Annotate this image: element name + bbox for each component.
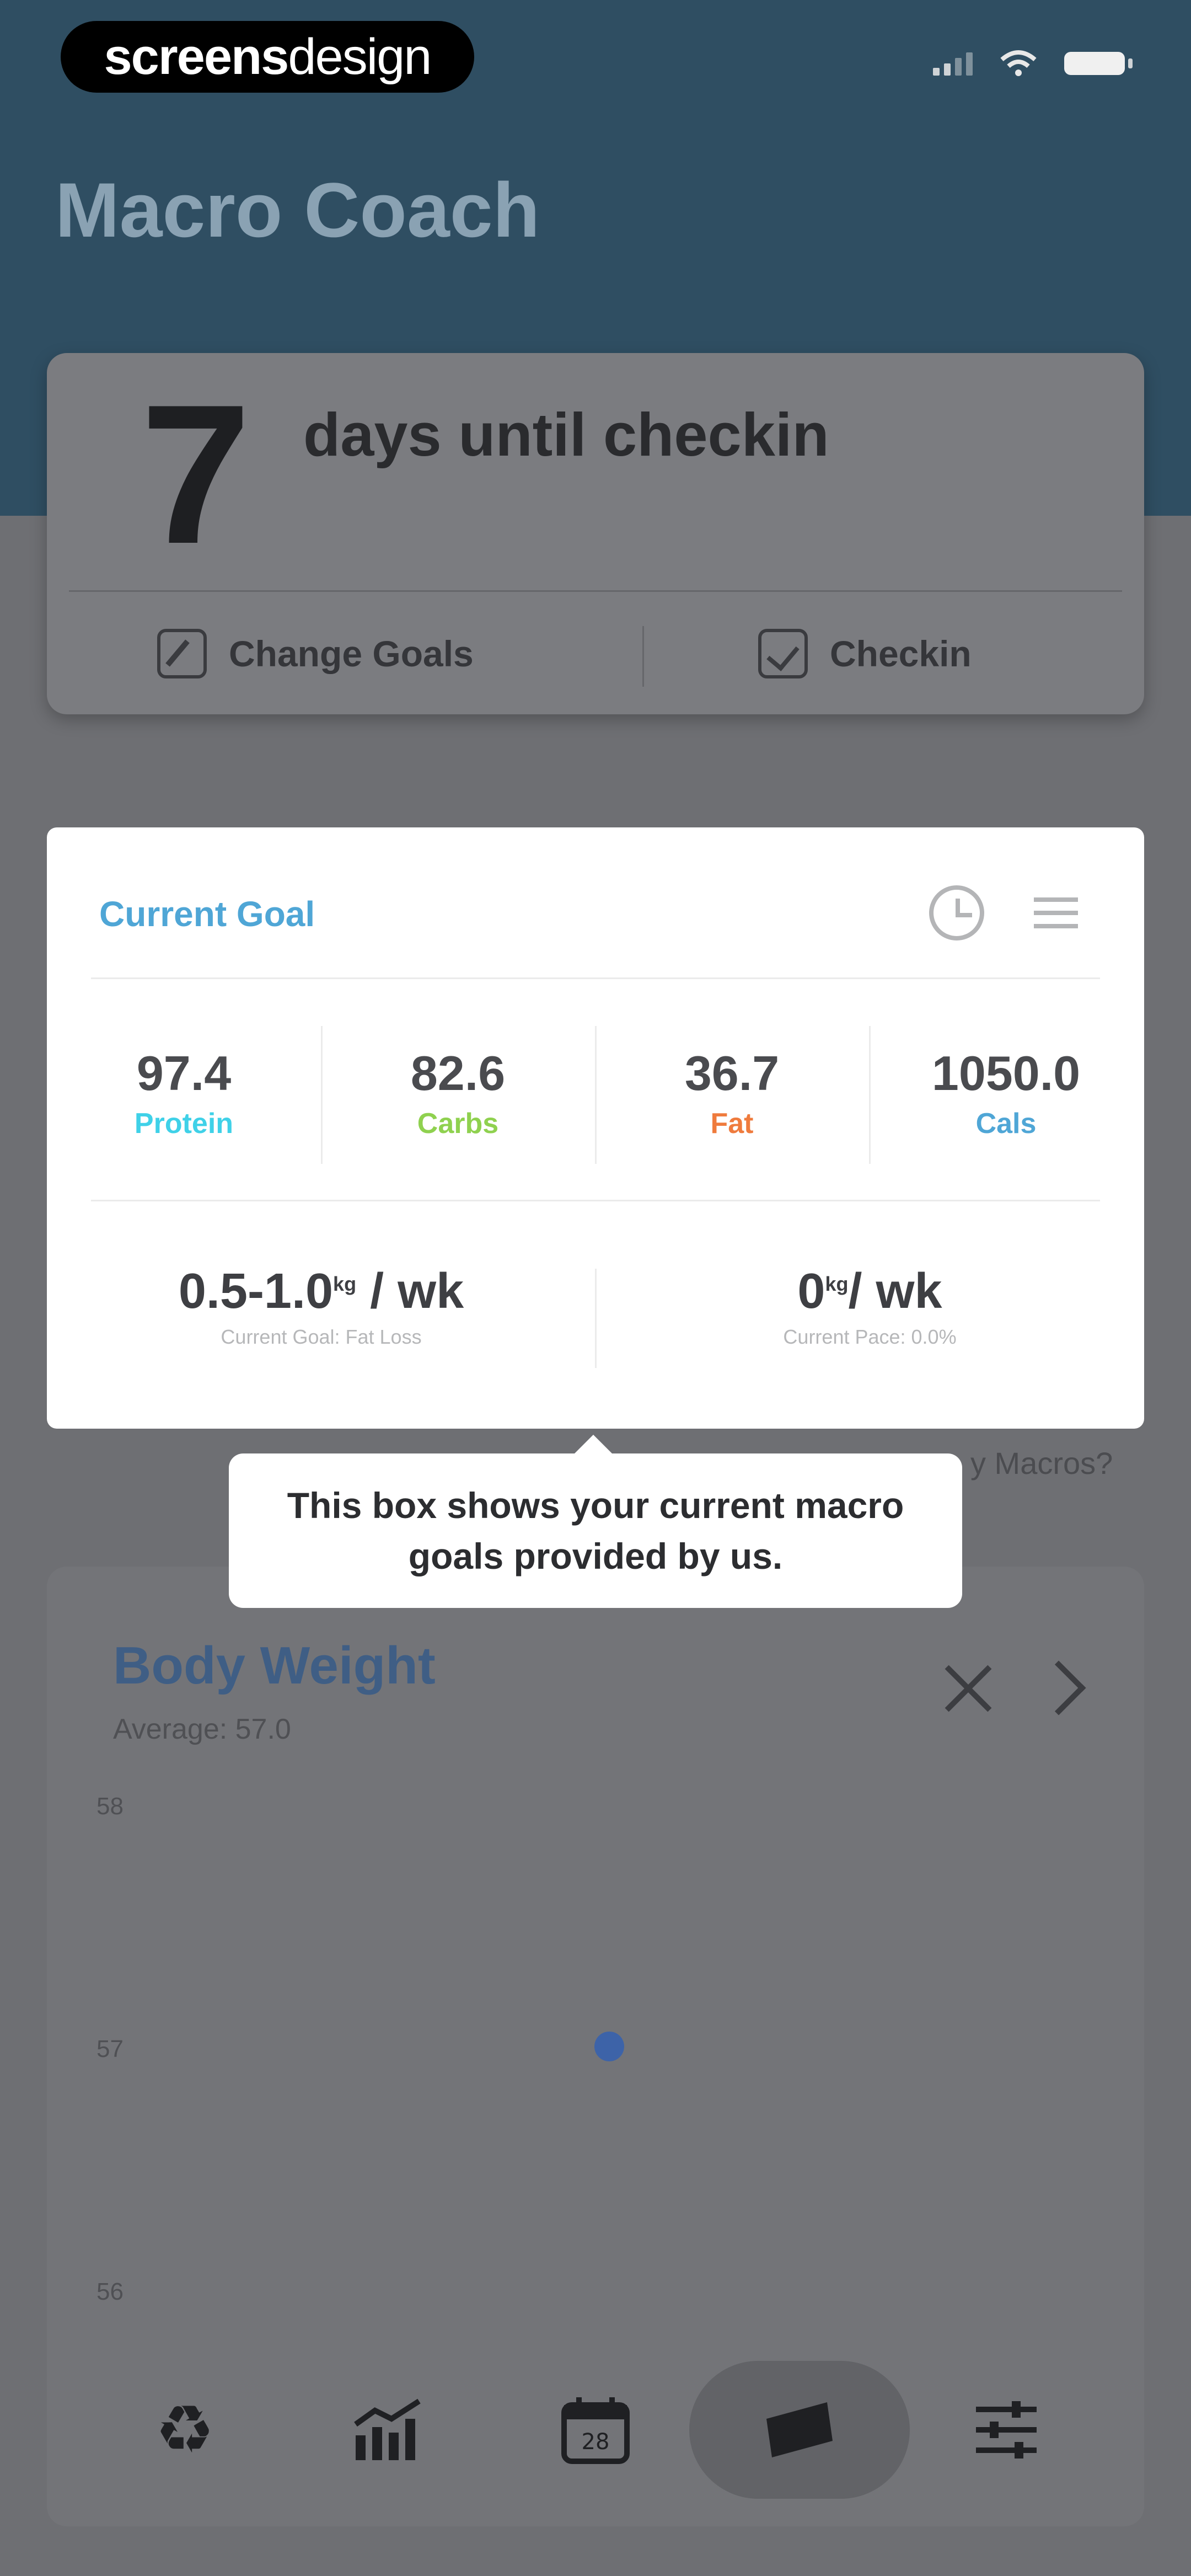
current-pace-sub: Current Pace: 0.0% [783, 1326, 957, 1348]
macro-value: 36.7 [684, 1046, 780, 1100]
recycle-icon: ♻ [155, 2391, 214, 2468]
divider [91, 977, 1100, 979]
macro-value: 1050.0 [931, 1046, 1081, 1100]
signal-icon [933, 51, 973, 76]
goal-pace: 0.5-1.0kg / wk Current Goal: Fat Loss [47, 1263, 596, 1349]
svg-text:28: 28 [582, 2429, 610, 2455]
macro-protein: 97.4 Protein [47, 1045, 321, 1140]
divider [91, 1200, 1100, 1201]
current-goal-card: Current Goal 97.4 Protein 82.6 Carbs 36.… [47, 827, 1144, 1429]
data-point[interactable] [594, 2032, 624, 2061]
divider [69, 590, 1122, 592]
calendar-icon: 28 [561, 2397, 630, 2464]
macro-value: 97.4 [136, 1046, 232, 1100]
status-bar [933, 50, 1133, 77]
y-tick: 57 [96, 2035, 124, 2062]
checkin-button[interactable]: Checkin [758, 615, 972, 692]
macro-label: Cals [975, 1108, 1037, 1140]
y-tick: 56 [96, 2278, 124, 2305]
sliders-icon [976, 2401, 1037, 2459]
expand-icon[interactable] [940, 1660, 995, 1715]
macros-help-link[interactable]: y Macros? [970, 1445, 1113, 1481]
checkbox-icon [758, 629, 808, 678]
divider [642, 626, 644, 687]
wifi-icon [1000, 50, 1037, 76]
body-weight-average: Average: 57.0 [113, 1713, 291, 1745]
page-title: Macro Coach [55, 167, 540, 253]
tab-calendar[interactable]: 28 [527, 2361, 664, 2499]
swap-icon[interactable] [1028, 885, 1083, 940]
change-goals-label: Change Goals [229, 633, 474, 674]
macro-fat: 36.7 Fat [595, 1045, 869, 1140]
battery-icon [1064, 52, 1133, 75]
tab-settings[interactable] [937, 2361, 1075, 2499]
current-goal-title: Current Goal [99, 894, 315, 934]
macro-label: Protein [134, 1108, 234, 1140]
weight-plot [168, 1804, 1050, 2289]
change-goals-button[interactable]: Change Goals [157, 615, 474, 692]
tab-weight[interactable] [689, 2361, 910, 2499]
macro-coach-screen: screensdesign Macro Coach 7 days until c… [0, 0, 1191, 2576]
checkin-label: Checkin [830, 633, 972, 674]
checkin-card: 7 days until checkin Change Goals Checki… [47, 353, 1144, 714]
goal-pace-value: 0.5-1.0kg / wk [178, 1264, 464, 1319]
tooltip-line: goals provided by us. [408, 1536, 783, 1576]
tab-recycle[interactable]: ♻ [116, 2361, 254, 2499]
history-icon[interactable] [929, 885, 984, 940]
tab-progress[interactable] [320, 2361, 458, 2499]
chart-icon [354, 2398, 421, 2460]
weight-icon [766, 2402, 833, 2457]
current-pace-value: 0kg/ wk [797, 1264, 942, 1319]
macro-label: Fat [710, 1108, 754, 1140]
body-weight-title: Body Weight [113, 1636, 436, 1695]
brand-logo: screensdesign [61, 21, 474, 93]
y-tick: 58 [96, 1793, 124, 1820]
macro-carbs: 82.6 Carbs [321, 1045, 595, 1140]
chevron-right-icon[interactable] [1031, 1660, 1086, 1715]
goal-pace-sub: Current Goal: Fat Loss [221, 1326, 422, 1348]
edit-icon [157, 629, 207, 678]
onboarding-tooltip[interactable]: This box shows your current macro goals … [229, 1435, 962, 1608]
current-pace: 0kg/ wk Current Pace: 0.0% [596, 1263, 1144, 1349]
macro-cals: 1050.0 Cals [869, 1045, 1143, 1140]
days-count: 7 [141, 364, 251, 585]
tooltip-line: This box shows your current macro [287, 1485, 904, 1526]
macro-label: Carbs [417, 1108, 499, 1140]
macro-value: 82.6 [410, 1046, 506, 1100]
tab-bar: ♻ 28 [0, 2333, 1191, 2532]
days-label: days until checkin [303, 401, 829, 469]
